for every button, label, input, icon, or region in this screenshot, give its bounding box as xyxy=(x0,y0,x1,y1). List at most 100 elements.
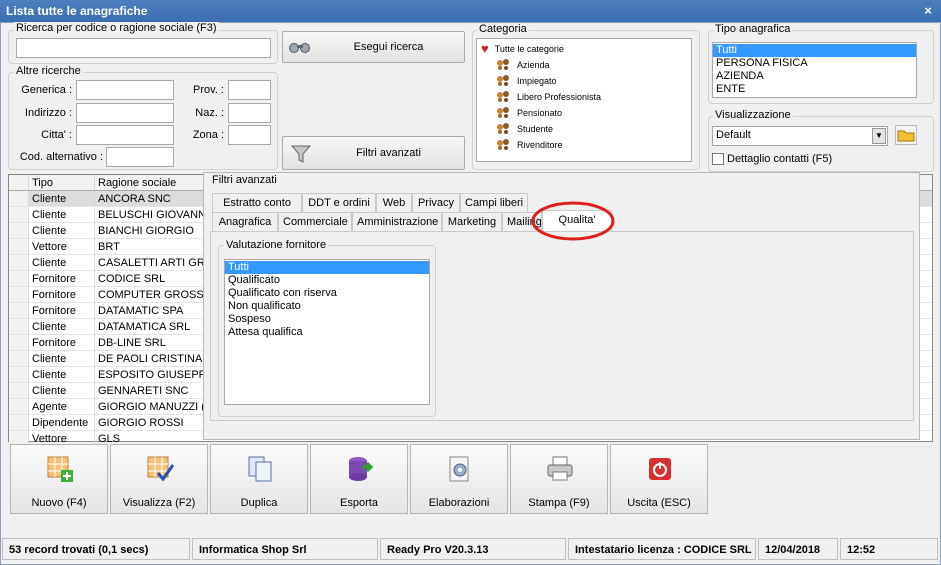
row-indicator xyxy=(9,319,29,334)
row-indicator xyxy=(9,191,29,206)
view-button-label: Visualizza (F2) xyxy=(122,497,196,509)
tipo-option[interactable]: ENTE xyxy=(713,83,916,96)
valutazione-option[interactable]: Sospeso xyxy=(225,313,429,326)
duplicate-button-label: Duplica xyxy=(240,497,278,509)
folder-icon[interactable] xyxy=(895,125,917,145)
row-indicator xyxy=(9,255,29,270)
cell-ragione-sociale: CODICE SRL xyxy=(95,271,215,286)
cell-tipo: Cliente xyxy=(29,223,95,238)
cell-ragione-sociale: BIANCHI GIORGIO xyxy=(95,223,215,238)
tree-item-label: Impiegato xyxy=(517,76,557,86)
row-indicator xyxy=(9,239,29,254)
tab-marketing[interactable]: Marketing xyxy=(442,212,502,232)
row-indicator-header xyxy=(9,175,29,190)
exit-button[interactable]: Uscita (ESC) xyxy=(610,444,708,514)
cod-alternativo-input[interactable] xyxy=(106,147,174,167)
tree-item-libero-professionista[interactable]: Libero Professionista xyxy=(481,89,687,105)
people-icon xyxy=(497,123,511,135)
tree-item-label: Azienda xyxy=(517,60,550,70)
cell-tipo: Fornitore xyxy=(29,271,95,286)
advanced-filters-button[interactable]: Filtri avanzati xyxy=(282,136,465,170)
detail-contacts-label: Dettaglio contatti (F5) xyxy=(727,153,833,165)
valutazione-option[interactable]: Qualificato xyxy=(225,274,429,287)
new-button[interactable]: Nuovo (F4) xyxy=(10,444,108,514)
search-input[interactable] xyxy=(16,38,271,58)
cell-tipo: Cliente xyxy=(29,351,95,366)
cell-tipo: Fornitore xyxy=(29,335,95,350)
tree-item-label: Rivenditore xyxy=(517,140,563,150)
column-header-ragione-sociale[interactable]: Ragione sociale xyxy=(95,175,215,190)
zona-label: Zona : xyxy=(192,129,224,141)
export-button-label: Esporta xyxy=(340,497,378,509)
tab-ddt-ordini[interactable]: DDT e ordini xyxy=(302,193,376,213)
zona-input[interactable] xyxy=(228,125,271,145)
tipo-group-label: Tipo anagrafica xyxy=(713,23,793,35)
cell-tipo: Vettore xyxy=(29,239,95,254)
row-indicator xyxy=(9,287,29,302)
tab-anagrafica[interactable]: Anagrafica xyxy=(212,212,278,232)
processing-button[interactable]: Elaborazioni xyxy=(410,444,508,514)
people-icon xyxy=(497,139,511,151)
advanced-filters-panel: Filtri avanzati Estratto conto DDT e ord… xyxy=(203,172,920,440)
valutazione-group-label: Valutazione fornitore xyxy=(224,239,329,251)
tipo-option[interactable]: Tutti xyxy=(713,44,916,57)
prov-input[interactable] xyxy=(228,80,271,100)
view-record-icon xyxy=(146,455,175,483)
cell-ragione-sociale: CASALETTI ARTI GRA xyxy=(95,255,215,270)
status-date: 12/04/2018 xyxy=(758,538,838,560)
duplicate-button[interactable]: Duplica xyxy=(210,444,308,514)
chevron-down-icon[interactable]: ▼ xyxy=(872,128,886,144)
valutazione-option[interactable]: Qualificato con riserva xyxy=(225,287,429,300)
tab-privacy[interactable]: Privacy xyxy=(412,193,460,213)
cell-ragione-sociale: ANCORA SNC xyxy=(95,191,215,206)
status-time: 12:52 xyxy=(840,538,938,560)
valutazione-option[interactable]: Non qualificato xyxy=(225,300,429,313)
tree-item-pensionato[interactable]: Pensionato xyxy=(481,105,687,121)
tree-item-impiegato[interactable]: Impiegato xyxy=(481,73,687,89)
cell-ragione-sociale: GENNARETI SNC xyxy=(95,383,215,398)
row-indicator xyxy=(9,399,29,414)
tab-campi-liberi[interactable]: Campi liberi xyxy=(460,193,528,213)
tree-item-rivenditore[interactable]: Rivenditore xyxy=(481,137,687,153)
close-icon[interactable]: × xyxy=(921,4,935,18)
tab-commerciale[interactable]: Commerciale xyxy=(278,212,352,232)
cell-ragione-sociale: ESPOSITO GIUSEPPE xyxy=(95,367,215,382)
tree-item-studente[interactable]: Studente xyxy=(481,121,687,137)
tipo-option[interactable]: AZIENDA xyxy=(713,70,916,83)
row-indicator xyxy=(9,271,29,286)
tab-amministrazione[interactable]: Amministrazione xyxy=(352,212,442,232)
column-header-tipo[interactable]: Tipo xyxy=(29,175,95,190)
valutazione-listbox[interactable]: Tutti Qualificato Qualificato con riserv… xyxy=(224,259,430,405)
cell-ragione-sociale: GIORGIO ROSSI xyxy=(95,415,215,430)
generica-input[interactable] xyxy=(76,80,174,100)
tree-item-azienda[interactable]: Azienda xyxy=(481,57,687,73)
run-search-button[interactable]: Esegui ricerca xyxy=(282,31,465,63)
people-icon xyxy=(497,91,511,103)
tipo-option[interactable]: PERSONA FISICA xyxy=(713,57,916,70)
visualizzazione-select[interactable]: Default ▼ xyxy=(712,126,888,146)
tree-item-root[interactable]: ♥ Tutte le categorie xyxy=(481,41,687,57)
cell-ragione-sociale: DE PAOLI CRISTINA xyxy=(95,351,215,366)
valutazione-option[interactable]: Attesa qualifica xyxy=(225,326,429,339)
processing-button-label: Elaborazioni xyxy=(428,497,490,509)
tree-item-label: Pensionato xyxy=(517,108,563,118)
citta-input[interactable] xyxy=(76,125,174,145)
tab-web[interactable]: Web xyxy=(376,193,412,213)
view-button[interactable]: Visualizza (F2) xyxy=(110,444,208,514)
naz-input[interactable] xyxy=(228,103,271,123)
row-indicator xyxy=(9,207,29,222)
visualizzazione-value: Default xyxy=(716,129,751,141)
tab-estratto-conto[interactable]: Estratto conto xyxy=(212,193,302,213)
row-indicator xyxy=(9,383,29,398)
indirizzo-input[interactable] xyxy=(76,103,174,123)
cell-tipo: Cliente xyxy=(29,207,95,222)
categoria-tree[interactable]: ♥ Tutte le categorie Azienda Impiegato L… xyxy=(476,38,692,162)
cell-ragione-sociale: COMPUTER GROSS SP xyxy=(95,287,215,302)
valutazione-option[interactable]: Tutti xyxy=(225,261,429,274)
cell-tipo: Cliente xyxy=(29,367,95,382)
print-button[interactable]: Stampa (F9) xyxy=(510,444,608,514)
export-button[interactable]: Esporta xyxy=(310,444,408,514)
tipo-listbox[interactable]: Tutti PERSONA FISICA AZIENDA ENTE xyxy=(712,42,917,98)
detail-contacts-checkbox[interactable] xyxy=(712,153,724,165)
naz-label: Naz. : xyxy=(195,107,224,119)
